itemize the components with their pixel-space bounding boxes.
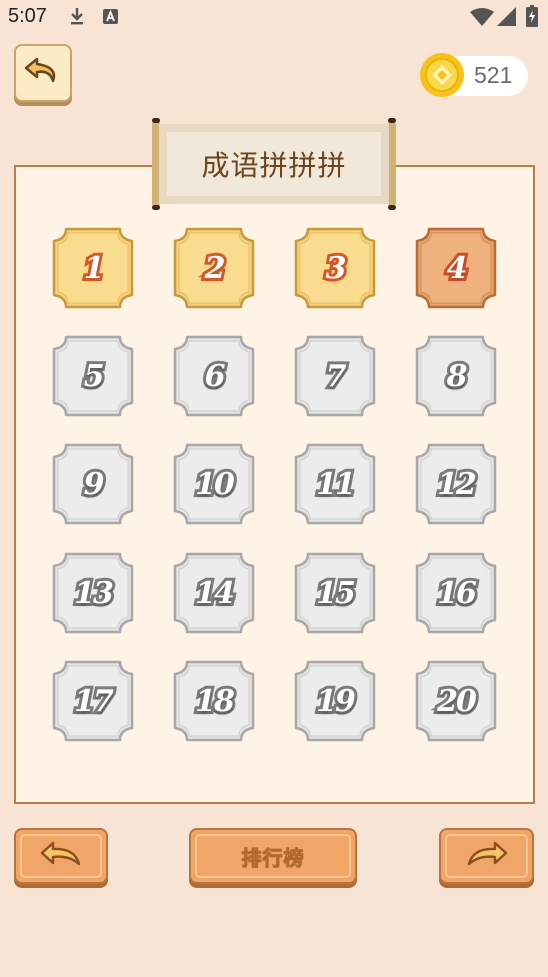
scroll-knob	[388, 205, 396, 210]
level-tile-6[interactable]: 6	[173, 335, 255, 417]
status-bar: 5:07	[0, 0, 548, 34]
level-number: 8	[444, 356, 471, 397]
level-tile-5[interactable]: 5	[52, 335, 134, 417]
level-tile-20[interactable]: 20	[415, 660, 497, 742]
level-tile-15[interactable]: 15	[294, 552, 376, 634]
level-tile-11[interactable]: 11	[294, 443, 376, 525]
level-tile-16[interactable]: 16	[415, 552, 497, 634]
signal-icon	[497, 7, 517, 31]
prev-page-button[interactable]	[14, 828, 108, 884]
wifi-icon	[470, 8, 494, 30]
battery-icon	[526, 5, 538, 31]
level-number: 17	[71, 681, 117, 722]
level-number: 18	[192, 681, 238, 722]
scroll-rod-right	[388, 122, 396, 206]
scroll-knob	[152, 205, 160, 210]
level-tile-19[interactable]: 19	[294, 660, 376, 742]
level-tile-3[interactable]: 3	[294, 227, 376, 309]
text-a-icon	[102, 6, 120, 30]
level-number: 14	[192, 573, 238, 614]
level-number: 19	[313, 681, 359, 722]
arrow-left-icon	[39, 840, 83, 872]
level-number: 11	[313, 464, 359, 505]
level-tile-17[interactable]: 17	[52, 660, 134, 742]
coin-count: 521	[474, 62, 513, 88]
level-number: 3	[323, 248, 350, 289]
level-number: 2	[202, 248, 229, 289]
scroll-inner: 成语拼拼拼	[167, 132, 381, 196]
leaderboard-button[interactable]: 排行榜	[189, 828, 357, 884]
scroll-knob	[388, 118, 396, 123]
status-time: 5:07	[8, 5, 47, 27]
level-tile-8[interactable]: 8	[415, 335, 497, 417]
level-number: 5	[81, 356, 108, 397]
game-title: 成语拼拼拼	[201, 149, 347, 182]
level-number: 6	[202, 356, 229, 397]
level-number: 1	[81, 248, 108, 289]
level-tile-14[interactable]: 14	[173, 552, 255, 634]
arrow-right-icon	[465, 840, 509, 872]
download-icon	[68, 6, 86, 30]
scroll-knob	[152, 118, 160, 123]
level-tile-9[interactable]: 9	[52, 443, 134, 525]
level-number: 20	[434, 681, 480, 722]
level-tile-1[interactable]: 1	[52, 227, 134, 309]
gold-coin-icon	[418, 51, 466, 99]
level-number: 4	[444, 248, 471, 289]
level-tile-10[interactable]: 10	[173, 443, 255, 525]
level-number: 10	[192, 464, 238, 505]
level-number: 13	[71, 573, 117, 614]
level-number: 15	[313, 573, 359, 614]
level-tile-13[interactable]: 13	[52, 552, 134, 634]
undo-arrow-icon	[23, 53, 63, 93]
scroll-paper: 成语拼拼拼	[159, 124, 389, 204]
leaderboard-label: 排行榜	[241, 845, 305, 870]
level-tile-4[interactable]: 4	[415, 227, 497, 309]
level-tile-12[interactable]: 12	[415, 443, 497, 525]
level-number: 16	[434, 573, 480, 614]
back-button[interactable]	[14, 44, 72, 102]
next-page-button[interactable]	[439, 828, 534, 884]
level-tile-18[interactable]: 18	[173, 660, 255, 742]
level-number: 9	[81, 464, 108, 505]
level-tile-7[interactable]: 7	[294, 335, 376, 417]
level-number: 7	[323, 356, 350, 397]
title-scroll: 成语拼拼拼	[150, 118, 398, 212]
level-number: 12	[434, 464, 480, 505]
level-tile-2[interactable]: 2	[173, 227, 255, 309]
